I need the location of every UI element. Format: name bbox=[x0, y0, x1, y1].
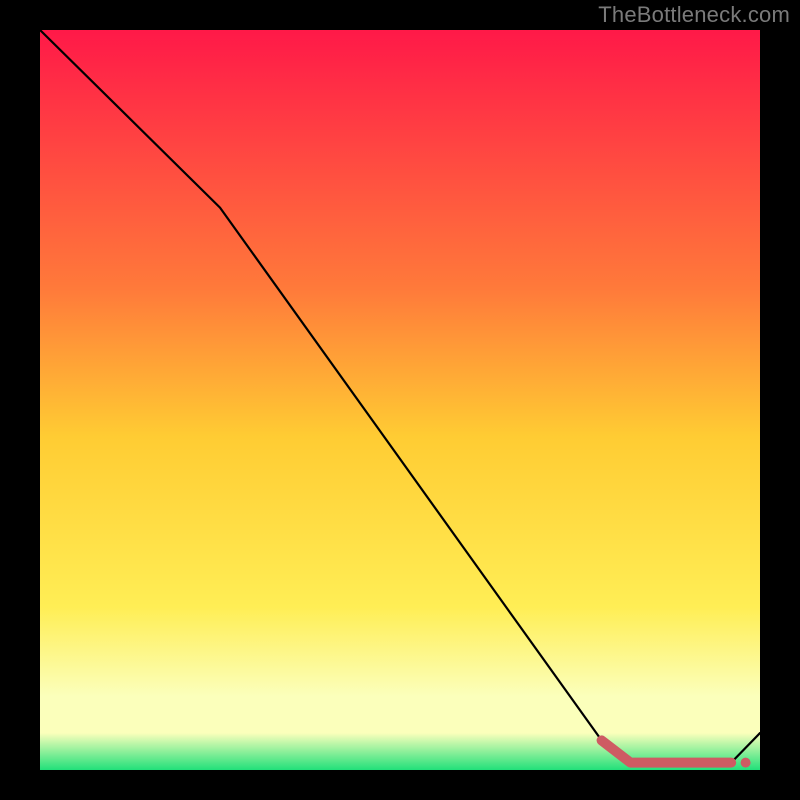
highlight-end-dot bbox=[741, 758, 751, 768]
plot-area bbox=[40, 30, 760, 770]
watermark-text: TheBottleneck.com bbox=[598, 2, 790, 28]
gradient-background bbox=[40, 30, 760, 770]
chart-svg bbox=[40, 30, 760, 770]
chart-frame: TheBottleneck.com bbox=[0, 0, 800, 800]
